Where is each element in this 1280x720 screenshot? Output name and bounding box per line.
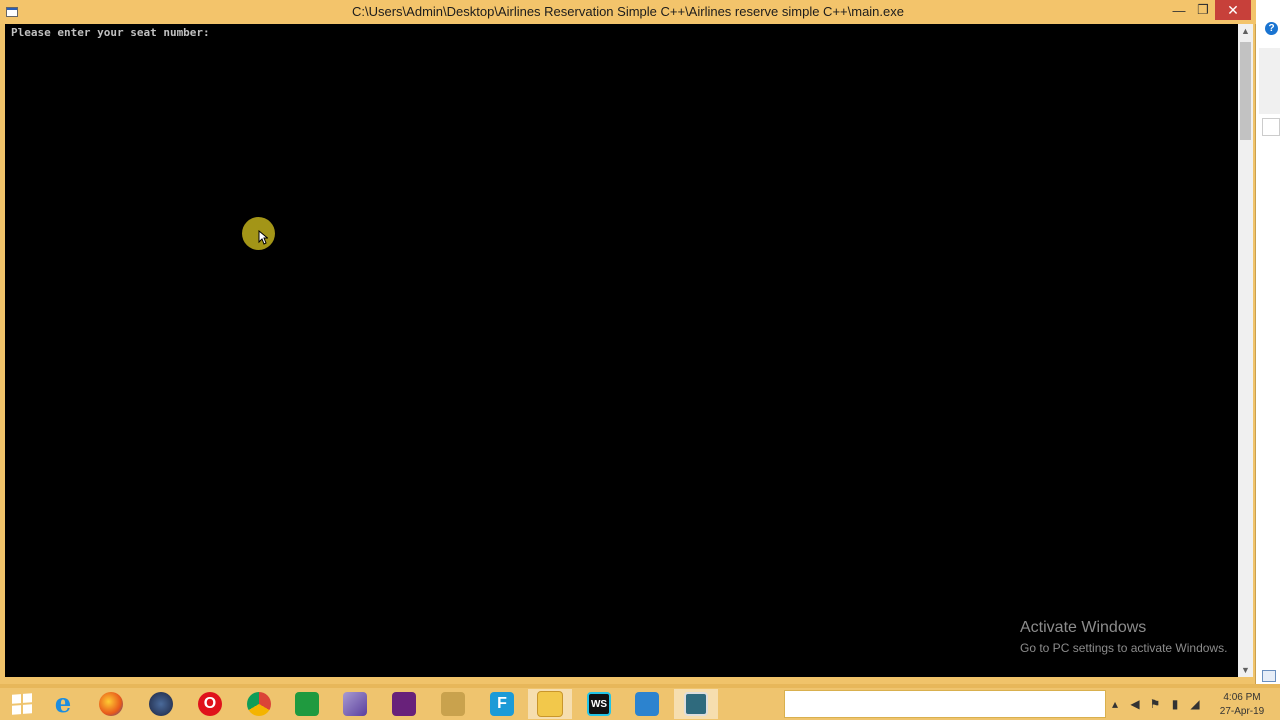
- activation-watermark: Activate Windows Go to PC settings to ac…: [1020, 619, 1227, 655]
- watermark-title: Activate Windows: [1020, 619, 1147, 636]
- clock-date: 27-Apr-19: [1219, 706, 1265, 717]
- taskbar-opera[interactable]: O: [188, 689, 232, 719]
- vertical-scrollbar[interactable]: ▲ ▼: [1238, 24, 1253, 677]
- opera-icon: O: [198, 692, 222, 716]
- taskbar-vscode[interactable]: [625, 689, 669, 719]
- visual-studio-icon: [392, 692, 416, 716]
- volume-icon[interactable]: ◀: [1128, 697, 1142, 711]
- background-window-icon: [1262, 670, 1276, 682]
- console-output-area[interactable]: Please enter your seat number:: [5, 24, 1238, 677]
- eclipse-icon: [149, 692, 173, 716]
- taskbar-search-field[interactable]: [784, 690, 1106, 718]
- taskbar-store[interactable]: [285, 689, 329, 719]
- taskbar-visual-studio-alt[interactable]: [333, 689, 377, 719]
- watermark-subtitle: Go to PC settings to activate Windows.: [1020, 641, 1228, 655]
- scrollbar-thumb[interactable]: [1240, 42, 1251, 140]
- internet-explorer-icon: e: [54, 689, 72, 719]
- taskbar-internet-explorer[interactable]: e: [41, 689, 85, 719]
- action-center-icon[interactable]: ⚑: [1148, 697, 1162, 711]
- taskbar-tool[interactable]: [431, 689, 475, 719]
- help-icon[interactable]: ?: [1265, 22, 1278, 35]
- vs-purple-icon: [343, 692, 367, 716]
- chrome-icon: [247, 692, 271, 716]
- scroll-up-arrow-icon[interactable]: ▲: [1238, 24, 1253, 38]
- start-button[interactable]: [0, 689, 44, 719]
- taskbar-f-app[interactable]: F: [480, 689, 524, 719]
- taskbar-visual-studio[interactable]: [382, 689, 426, 719]
- store-icon: [295, 692, 319, 716]
- taskbar: e O F WS ▴ ◀ ⚑ ▮ ◢ 4:06 PM 27-Apr-19: [0, 688, 1280, 720]
- taskbar-eclipse[interactable]: [139, 689, 183, 719]
- console-prompt-text: Please enter your seat number:: [11, 26, 210, 39]
- title-bar[interactable]: C:\Users\Admin\Desktop\Airlines Reservat…: [0, 0, 1256, 24]
- battery-icon[interactable]: ▮: [1168, 697, 1182, 711]
- firefox-icon: [99, 692, 123, 716]
- f-app-icon: F: [490, 692, 514, 716]
- taskbar-chrome[interactable]: [237, 689, 281, 719]
- network-icon[interactable]: ◢: [1188, 697, 1202, 711]
- scroll-down-arrow-icon[interactable]: ▼: [1238, 663, 1253, 677]
- maximize-button[interactable]: ❐: [1190, 0, 1216, 20]
- vscode-icon: [635, 692, 659, 716]
- background-panel: [1259, 48, 1280, 114]
- console-window-icon: [684, 692, 708, 716]
- background-control: [1262, 118, 1280, 136]
- taskbar-webstorm[interactable]: WS: [577, 689, 621, 719]
- console-window: C:\Users\Admin\Desktop\Airlines Reservat…: [0, 0, 1256, 684]
- minimize-button[interactable]: —: [1166, 0, 1192, 20]
- show-hidden-icons-icon[interactable]: ▴: [1108, 697, 1122, 711]
- clock-time: 4:06 PM: [1223, 692, 1261, 703]
- taskbar-console-app[interactable]: [674, 689, 718, 719]
- tool-icon: [441, 692, 465, 716]
- taskbar-firefox[interactable]: [89, 689, 133, 719]
- taskbar-file-explorer[interactable]: [528, 689, 572, 719]
- window-title: C:\Users\Admin\Desktop\Airlines Reservat…: [352, 4, 904, 19]
- taskbar-clock[interactable]: 4:06 PM 27-Apr-19: [1212, 691, 1272, 719]
- close-button[interactable]: ✕: [1215, 0, 1251, 20]
- folder-icon: [537, 691, 563, 717]
- mouse-pointer-icon: [258, 230, 268, 245]
- windows-logo-icon: [12, 693, 32, 715]
- webstorm-icon: WS: [587, 692, 611, 716]
- system-tray: ▴ ◀ ⚑ ▮ ◢: [1108, 692, 1202, 716]
